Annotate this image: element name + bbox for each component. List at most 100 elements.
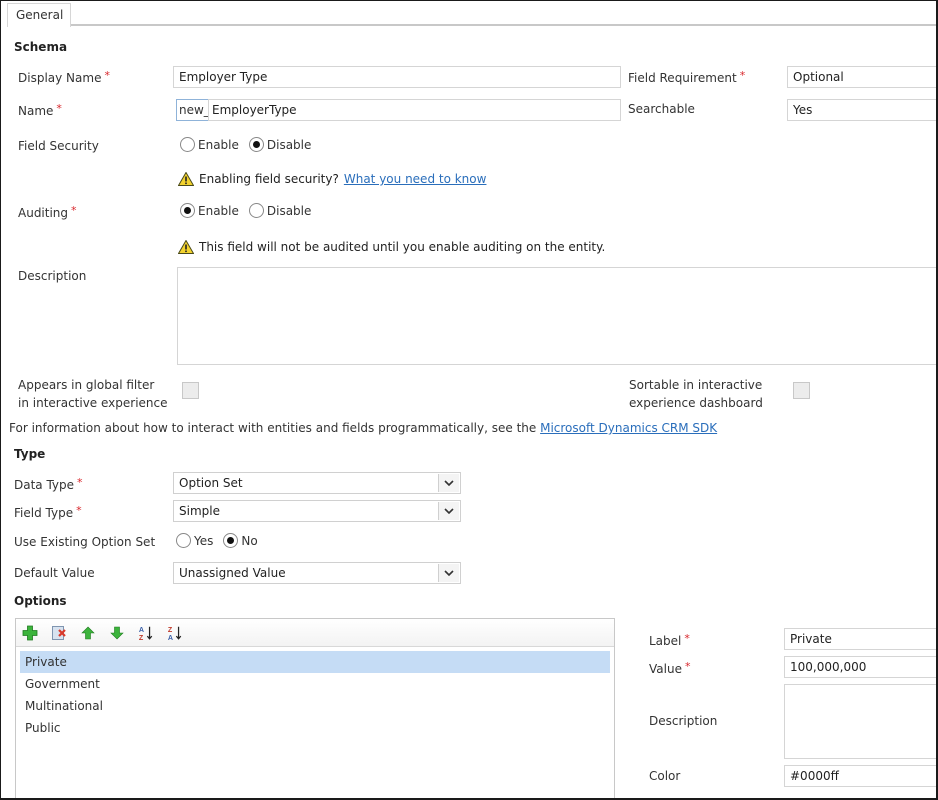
field-requirement-label: Field Requirement * xyxy=(628,69,745,85)
options-list: Private Government Multinational Public xyxy=(16,647,614,739)
crm-sdk-link[interactable]: Microsoft Dynamics CRM SDK xyxy=(540,421,717,435)
move-up-icon[interactable] xyxy=(80,625,96,641)
searchable-select[interactable]: Yes xyxy=(787,99,936,121)
name-label: Name * xyxy=(18,102,62,118)
default-value-select[interactable]: Unassigned Value xyxy=(173,562,461,584)
data-type-label-text: Data Type xyxy=(14,478,75,492)
required-marker: * xyxy=(71,204,77,217)
svg-text:Z: Z xyxy=(168,626,173,634)
list-item[interactable]: Private xyxy=(20,651,610,673)
name-label-text: Name xyxy=(18,104,54,118)
select-value: Unassigned Value xyxy=(179,566,286,580)
global-filter-label: Appears in global filter in interactive e… xyxy=(18,376,168,412)
field-requirement-label-text: Field Requirement xyxy=(628,71,737,85)
radio-button[interactable] xyxy=(248,203,264,218)
list-item[interactable]: Multinational xyxy=(20,695,610,717)
chevron-down-icon[interactable] xyxy=(438,474,459,492)
description-label: Description xyxy=(18,269,87,283)
option-color-input[interactable]: #0000ff xyxy=(784,765,936,787)
sdk-info: For information about how to interact wi… xyxy=(9,421,717,435)
required-marker: * xyxy=(684,660,691,673)
option-label-label-text: Label xyxy=(649,634,682,648)
options-toolbar: AZ ZA xyxy=(16,619,614,647)
auditing-label-text: Auditing xyxy=(18,206,69,220)
sortable-checkbox[interactable] xyxy=(793,382,810,399)
data-type-label: Data Type * xyxy=(14,476,83,492)
select-value: Option Set xyxy=(179,476,243,490)
field-security-enable-option[interactable]: Enable xyxy=(180,137,239,152)
name-input[interactable]: EmployerType xyxy=(208,99,621,121)
list-item[interactable]: Government xyxy=(20,673,610,695)
auditing-enable-option[interactable]: Enable xyxy=(180,203,239,218)
auditing-warning: This field will not be audited until you… xyxy=(178,240,605,254)
field-type-label: Field Type * xyxy=(14,504,82,520)
option-value-input[interactable]: 100,000,000 xyxy=(784,656,936,678)
default-value-label: Default Value xyxy=(14,566,95,580)
radio-button[interactable] xyxy=(223,533,239,548)
radio-label: Disable xyxy=(266,203,312,218)
svg-text:A: A xyxy=(139,626,144,634)
radio-button[interactable] xyxy=(176,533,191,548)
chevron-down-icon[interactable] xyxy=(438,502,459,520)
global-filter-checkbox[interactable] xyxy=(182,382,199,399)
use-existing-option-set-label: Use Existing Option Set xyxy=(14,535,156,549)
radio-label: Enable xyxy=(198,137,239,152)
required-marker: * xyxy=(739,69,746,82)
auditing-label: Auditing * xyxy=(18,204,77,220)
field-type-select[interactable]: Simple xyxy=(173,500,461,522)
option-value-label: Value * xyxy=(649,660,690,676)
sortable-label: Sortable in interactive experience dashbo… xyxy=(629,376,763,412)
delete-icon[interactable] xyxy=(51,625,67,641)
label-line: Appears in global filter xyxy=(18,378,155,392)
radio-label: Enable xyxy=(198,203,239,218)
use-existing-no-option[interactable]: No xyxy=(223,533,258,548)
tab-general[interactable]: General xyxy=(7,3,71,27)
label-line: in interactive experience xyxy=(18,396,168,410)
field-security-disable-option[interactable]: Disable xyxy=(248,137,312,152)
field-security-warning: Enabling field security? What you need t… xyxy=(178,172,486,186)
label-line: Sortable in interactive xyxy=(629,378,763,392)
svg-text:A: A xyxy=(168,634,173,642)
tab-divider xyxy=(71,24,936,26)
radio-button[interactable] xyxy=(180,203,195,218)
options-heading: Options xyxy=(14,594,67,608)
list-item[interactable]: Public xyxy=(20,717,610,739)
auditing-disable-option[interactable]: Disable xyxy=(248,203,312,218)
field-editor-window: General Schema Display Name * Employer Ty… xyxy=(0,0,938,800)
warning-icon xyxy=(178,240,194,254)
add-icon[interactable] xyxy=(22,625,38,641)
field-requirement-select[interactable]: Optional xyxy=(787,66,936,88)
searchable-label: Searchable xyxy=(628,102,695,116)
chevron-down-icon[interactable] xyxy=(438,564,459,582)
radio-button[interactable] xyxy=(180,137,195,152)
options-list-panel: AZ ZA Private Government Multinational P… xyxy=(15,618,615,798)
radio-label: Yes xyxy=(194,533,214,548)
field-security-label: Field Security xyxy=(18,139,99,153)
sort-ascending-icon[interactable]: AZ xyxy=(138,625,154,642)
display-name-input[interactable]: Employer Type xyxy=(173,66,621,88)
display-name-label-text: Display Name xyxy=(18,71,102,85)
move-down-icon[interactable] xyxy=(109,625,125,641)
radio-label: Disable xyxy=(266,137,312,152)
what-you-need-to-know-link[interactable]: What you need to know xyxy=(344,172,487,186)
field-security-radio-group: Enable Disable xyxy=(180,137,317,152)
option-value-label-text: Value xyxy=(649,662,682,676)
description-textarea[interactable] xyxy=(177,267,936,365)
sort-descending-icon[interactable]: ZA xyxy=(167,625,183,642)
required-marker: * xyxy=(56,102,62,115)
warning-text: Enabling field security? xyxy=(199,172,339,186)
use-existing-radio-group: Yes No xyxy=(176,533,264,548)
use-existing-yes-option[interactable]: Yes xyxy=(176,533,213,548)
option-color-label: Color xyxy=(649,769,681,783)
display-name-label: Display Name * xyxy=(18,69,110,85)
data-type-select[interactable]: Option Set xyxy=(173,472,461,494)
auditing-radio-group: Enable Disable xyxy=(180,203,317,218)
label-line: experience dashboard xyxy=(629,396,763,410)
radio-label: No xyxy=(241,533,258,548)
warning-text: This field will not be audited until you… xyxy=(199,240,606,254)
option-description-label: Description xyxy=(649,714,718,728)
option-label-input[interactable]: Private xyxy=(784,628,936,650)
radio-button[interactable] xyxy=(248,137,264,152)
option-description-textarea[interactable] xyxy=(784,684,936,759)
required-marker: * xyxy=(104,69,110,82)
